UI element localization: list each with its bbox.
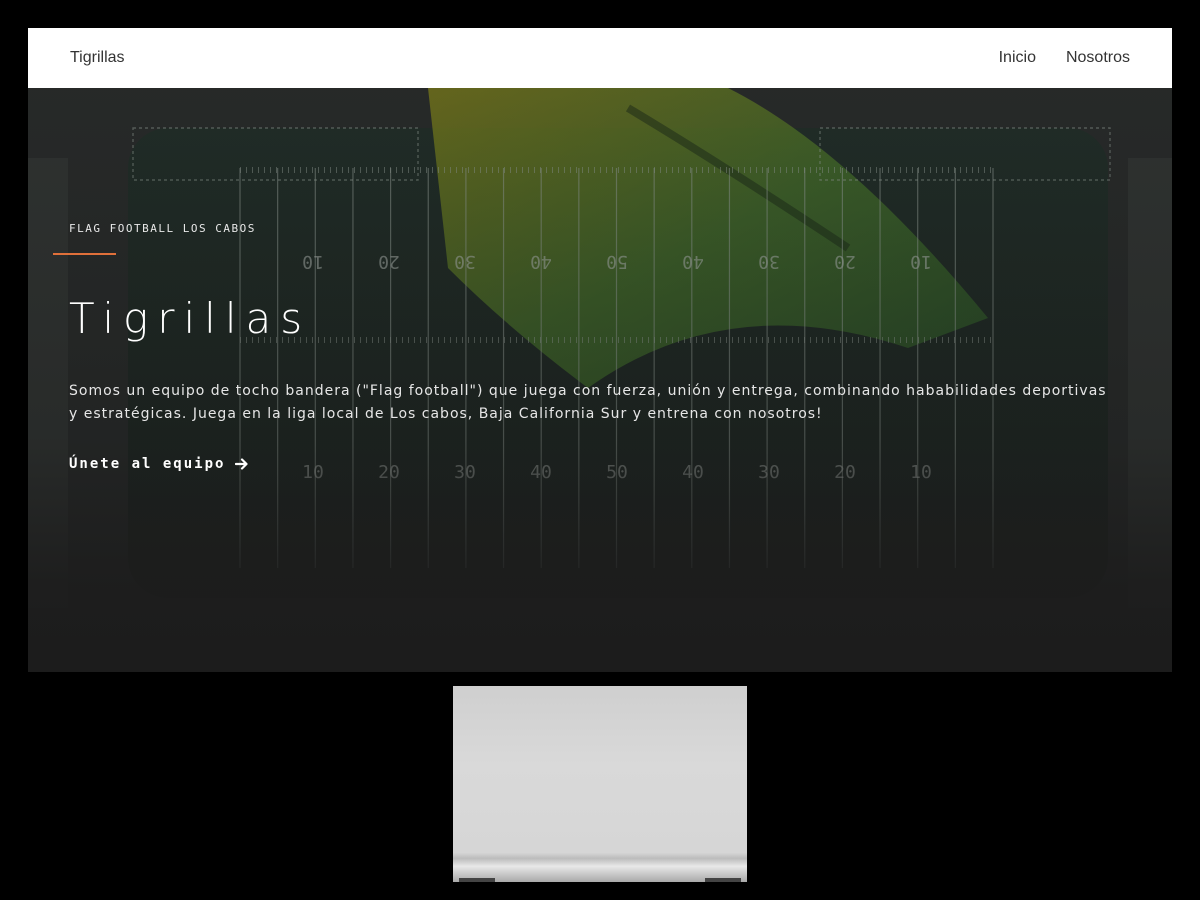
arrow-right-icon [235,458,249,470]
nav-links: Inicio Nosotros [999,49,1130,67]
brand-logo[interactable]: Tigrillas [70,49,125,67]
nav-link-inicio[interactable]: Inicio [999,49,1036,67]
hero-section: 102030405040302010 102030405040302010 Fl… [28,88,1172,672]
navbar: Tigrillas Inicio Nosotros [28,28,1172,88]
eyebrow-underline [53,253,116,255]
monitor-stand [453,686,747,882]
hero-description: Somos un equipo de tocho bandera ("Flag … [69,383,1107,422]
stand-foot-left [459,878,495,882]
hero-title: Tigrillas [69,294,312,343]
stand-foot-right [705,878,741,882]
hero-eyebrow: Flag football Los Cabos [69,222,256,235]
nav-link-nosotros[interactable]: Nosotros [1066,49,1130,67]
join-team-button[interactable]: Únete al equipo [69,456,249,472]
join-team-label: Únete al equipo [69,456,226,472]
monitor-screen: Tigrillas Inicio Nosotros FLAG FOOTBALL … [28,28,1172,672]
